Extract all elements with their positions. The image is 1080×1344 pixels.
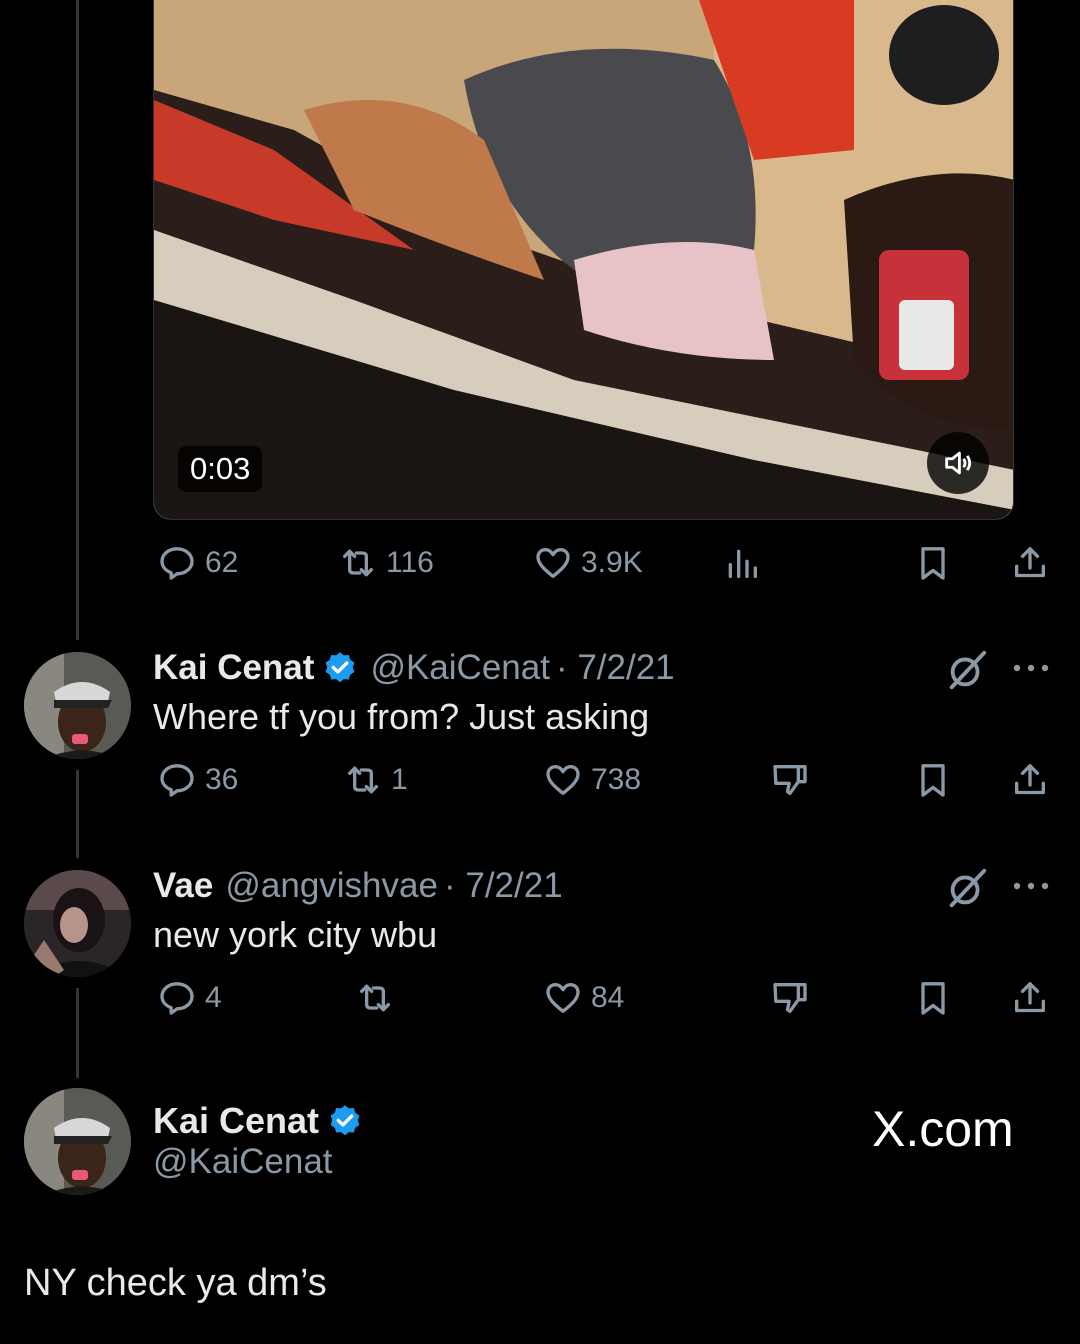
views-button[interactable] xyxy=(722,538,762,588)
like-button[interactable]: 738 xyxy=(543,755,641,805)
more-options-icon[interactable] xyxy=(1010,658,1052,678)
handle[interactable]: @KaiCenat xyxy=(370,648,550,688)
reply-count: 62 xyxy=(205,546,239,579)
timestamp[interactable]: · 7/2/21 xyxy=(444,866,563,906)
reply-count: 4 xyxy=(205,981,222,1014)
share-button[interactable] xyxy=(1010,973,1050,1023)
video-frame xyxy=(154,0,1013,519)
reply-header: Vae @angvishvae · 7/2/21 xyxy=(153,862,563,910)
heart-icon xyxy=(546,983,580,1013)
display-name[interactable]: Vae xyxy=(153,866,213,906)
reply-icon xyxy=(160,982,194,1015)
retweet-count: 1 xyxy=(391,763,408,796)
share-icon xyxy=(1015,764,1045,795)
downvote-button[interactable] xyxy=(770,973,810,1023)
brand-watermark: X.com xyxy=(872,1101,1014,1157)
retweet-button[interactable]: 1 xyxy=(343,755,408,805)
heart-icon xyxy=(546,765,580,795)
tweet-text: NY check ya dm’s xyxy=(24,1262,327,1304)
video-player[interactable] xyxy=(153,0,1014,520)
retweet-icon xyxy=(348,766,378,794)
like-button[interactable]: 3.9K xyxy=(533,538,643,588)
like-button[interactable]: 84 xyxy=(543,973,624,1023)
reply-icon xyxy=(160,764,194,797)
avatar[interactable] xyxy=(24,870,131,977)
speaker-icon xyxy=(945,451,972,475)
share-icon xyxy=(1015,547,1045,578)
grok-icon[interactable] xyxy=(944,865,990,911)
video-duration: 0:03 xyxy=(178,446,263,492)
more-options-icon[interactable] xyxy=(1010,876,1052,896)
reply-actions: 4 84 xyxy=(0,973,1080,1023)
bookmark-button[interactable] xyxy=(913,538,953,588)
reply-icon xyxy=(160,547,194,580)
thumbs-down-icon xyxy=(773,983,807,1013)
bookmark-icon xyxy=(921,764,945,797)
reply-button[interactable]: 62 xyxy=(157,538,238,588)
retweet-icon xyxy=(360,984,390,1012)
author-name-row: Kai Cenat xyxy=(153,1098,363,1144)
like-count: 738 xyxy=(591,763,642,796)
timestamp[interactable]: · 7/2/21 xyxy=(556,648,675,688)
reply-text: new york city wbu xyxy=(153,914,438,955)
reply-count: 36 xyxy=(205,763,239,796)
display-name[interactable]: Kai Cenat xyxy=(153,648,314,688)
bookmark-icon xyxy=(921,982,945,1015)
display-name[interactable]: Kai Cenat xyxy=(153,1100,319,1142)
retweet-button[interactable] xyxy=(355,973,403,1023)
verified-badge-icon xyxy=(326,652,355,683)
avatar-image xyxy=(24,870,131,977)
analytics-icon xyxy=(728,549,757,578)
share-button[interactable] xyxy=(1010,755,1050,805)
thumbs-down-icon xyxy=(773,765,807,795)
main-tweet-actions: 62 116 3.9K xyxy=(0,538,1080,588)
handle[interactable]: @KaiCenat xyxy=(153,1142,333,1182)
reply-actions: 36 1 738 xyxy=(0,755,1080,805)
handle[interactable]: @angvishvae xyxy=(225,866,438,906)
avatar[interactable] xyxy=(24,652,131,759)
like-count: 84 xyxy=(591,981,625,1014)
verified-badge-icon xyxy=(330,1105,360,1136)
avatar-image xyxy=(24,1088,131,1195)
retweet-icon xyxy=(343,549,373,577)
heart-icon xyxy=(536,548,570,578)
like-count: 3.9K xyxy=(581,546,643,579)
mute-button[interactable] xyxy=(927,432,989,494)
retweet-button[interactable]: 116 xyxy=(338,538,434,588)
share-icon xyxy=(1015,982,1045,1013)
avatar-image xyxy=(24,652,131,759)
reply-text: Where tf you from? Just asking xyxy=(153,696,650,737)
downvote-button[interactable] xyxy=(770,755,810,805)
grok-icon[interactable] xyxy=(944,647,990,693)
bookmark-button[interactable] xyxy=(913,973,953,1023)
reply-button[interactable]: 4 xyxy=(157,973,222,1023)
bookmark-icon xyxy=(921,547,945,580)
share-button[interactable] xyxy=(1010,538,1050,588)
bookmark-button[interactable] xyxy=(913,755,953,805)
avatar[interactable] xyxy=(24,1088,131,1195)
reply-button[interactable]: 36 xyxy=(157,755,238,805)
reply-header: Kai Cenat @KaiCenat · 7/2/21 xyxy=(153,644,675,692)
retweet-count: 116 xyxy=(386,546,434,579)
